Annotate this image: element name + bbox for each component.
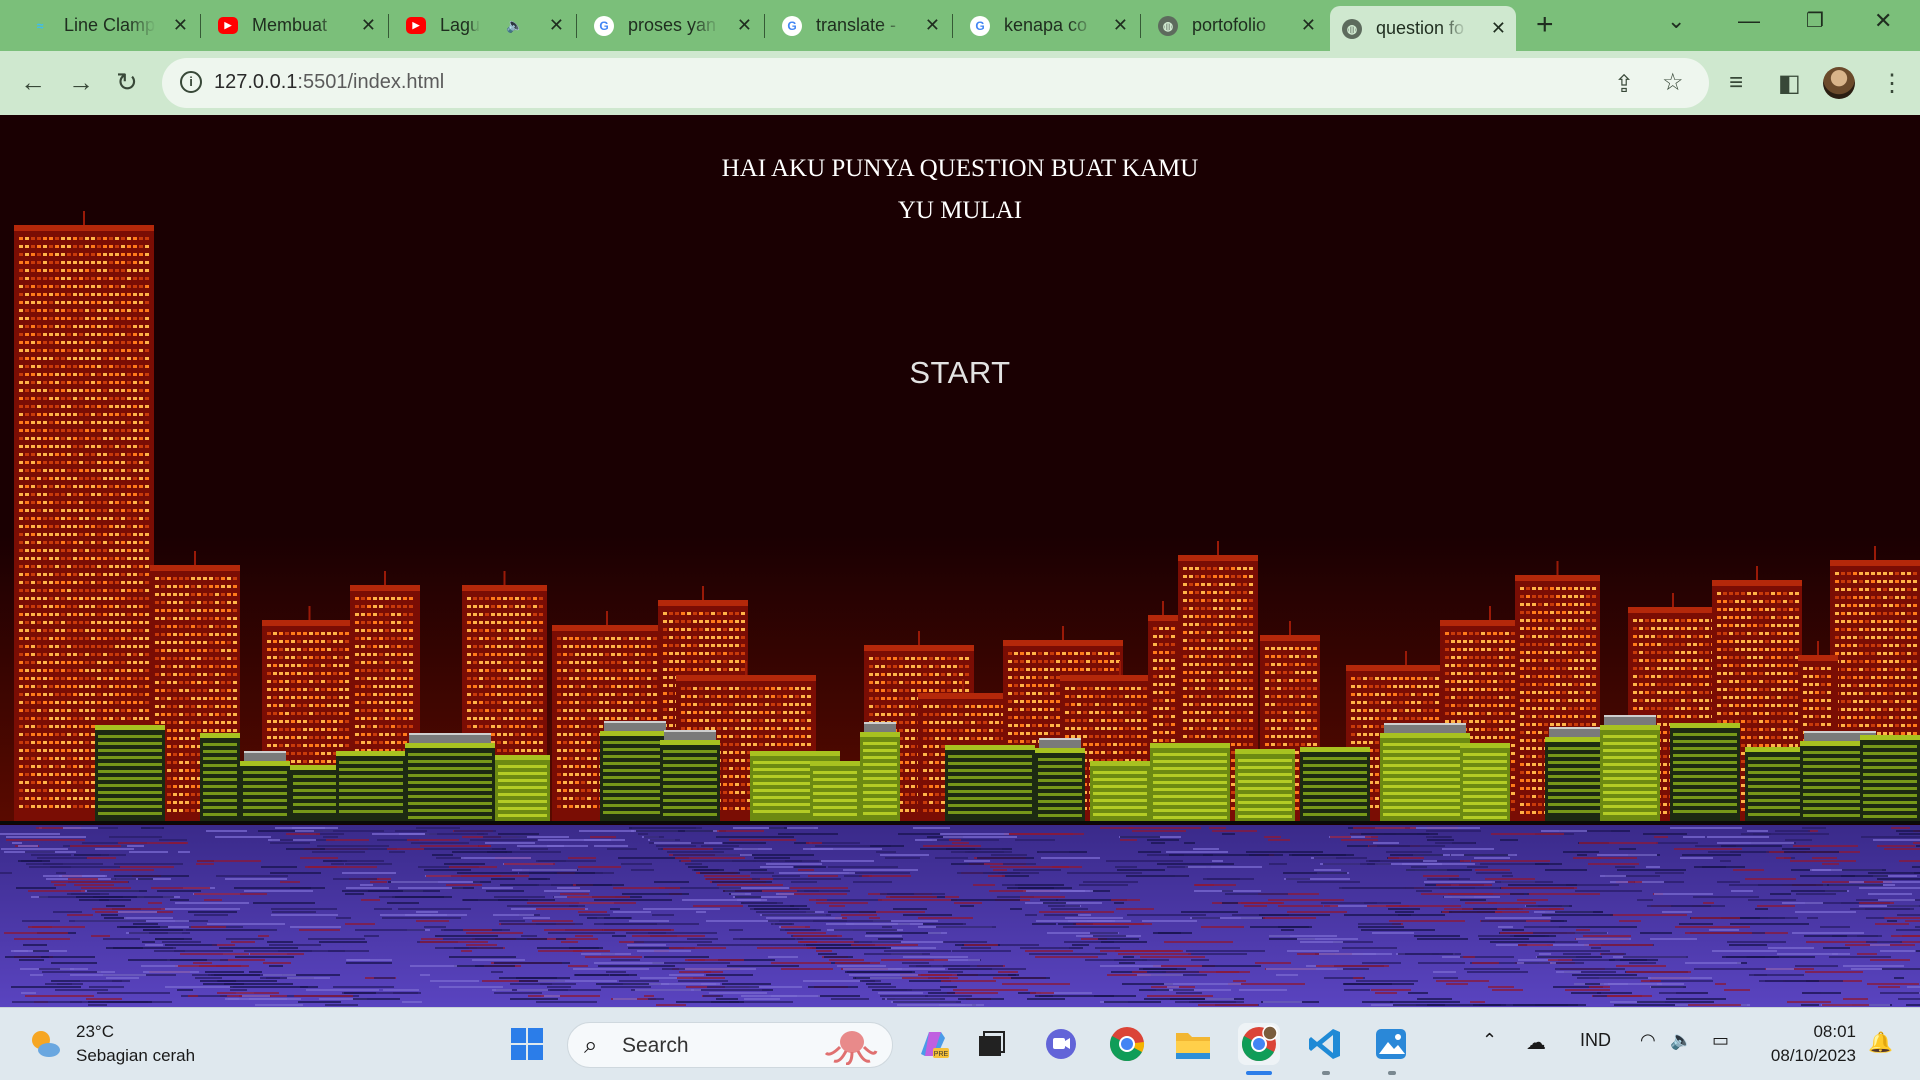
tab-question[interactable]: ◍ question fo ✕ [1330, 6, 1516, 51]
url-path: :5501/index.html [297, 71, 445, 93]
google-icon: G [970, 15, 990, 36]
close-icon[interactable]: ✕ [549, 15, 564, 36]
tab-separator [388, 14, 389, 38]
new-tab-button[interactable]: + [1536, 10, 1554, 40]
tab-title: proses yan [628, 15, 717, 35]
active-app-indicator [1246, 1071, 1272, 1075]
media-control-icon[interactable]: ≡ [1729, 69, 1743, 97]
show-hidden-icons-chevron-icon[interactable]: ⌃ [1482, 1030, 1497, 1051]
minimize-button[interactable]: — [1738, 8, 1760, 34]
wifi-icon[interactable]: ◠ [1640, 1030, 1656, 1051]
tab-membuat[interactable]: ▶ Membuat ✕ [206, 6, 386, 45]
search-icon: ⌕ [584, 1032, 598, 1059]
tab-title: kenapa co [1004, 15, 1088, 35]
running-app-indicator [1322, 1071, 1330, 1075]
photos-icon[interactable] [1370, 1023, 1412, 1065]
page-heading: HAI AKU PUNYA QUESTION BUAT KAMU [721, 155, 1199, 182]
vscode-icon[interactable] [1304, 1023, 1346, 1065]
windows-start-icon[interactable] [506, 1023, 548, 1065]
share-icon[interactable]: ⇪ [1614, 70, 1634, 99]
close-icon[interactable]: ✕ [737, 15, 752, 36]
close-icon[interactable]: ✕ [361, 15, 376, 36]
profile-avatar[interactable] [1823, 67, 1855, 99]
chrome-icon[interactable] [1106, 1023, 1148, 1065]
tab-proses[interactable]: G proses yan ✕ [582, 6, 762, 45]
chrome-profile-icon[interactable] [1238, 1023, 1280, 1065]
bookmark-star-icon[interactable]: ☆ [1662, 68, 1684, 97]
close-window-button[interactable]: ✕ [1874, 8, 1892, 34]
browser-tab-strip: ≈ Line Clamp ✕ ▶ Membuat ✕ ▶ Lagu l 🔈 ✕ … [0, 0, 1920, 51]
tab-search-icon[interactable]: ⌄ [1667, 8, 1685, 34]
weather-temperature[interactable]: 23°C [76, 1022, 114, 1042]
tab-title: Line Clamp [64, 15, 156, 35]
tab-separator [1140, 14, 1141, 38]
search-label: Search [622, 1034, 689, 1057]
restore-button[interactable]: ❐ [1806, 8, 1824, 33]
windows-taskbar: 23°C Sebagian cerah ⌕ Search PRE ⌃ ☁ IND… [0, 1007, 1920, 1080]
address-bar[interactable]: i 127.0.0.1:5501/index.html ⇪ ☆ [162, 58, 1709, 108]
page-subheading: YU MULAI [897, 197, 1023, 224]
google-icon: G [782, 15, 802, 36]
speaker-icon[interactable]: 🔈 [506, 17, 523, 34]
tailwind-icon: ≈ [36, 18, 44, 33]
running-app-indicator [1388, 1071, 1396, 1075]
input-language[interactable]: IND [1580, 1030, 1611, 1051]
weather-partly-cloudy-icon[interactable] [28, 1027, 62, 1061]
volume-icon[interactable]: 🔈 [1670, 1030, 1692, 1051]
city-skyline-background [0, 211, 1920, 1007]
tab-translate[interactable]: G translate - ✕ [770, 6, 950, 45]
globe-icon: ◍ [1342, 18, 1362, 39]
info-icon[interactable]: i [180, 71, 202, 93]
tab-title: question fo [1376, 18, 1465, 38]
url-host: 127.0.0.1 [214, 71, 298, 93]
tab-separator [200, 14, 201, 38]
tab-title: translate - [816, 15, 897, 35]
onedrive-cloud-icon[interactable]: ☁ [1526, 1030, 1546, 1055]
close-icon[interactable]: ✕ [1301, 15, 1316, 36]
globe-icon: ◍ [1158, 15, 1178, 36]
weather-description[interactable]: Sebagian cerah [76, 1046, 195, 1066]
url-text[interactable]: 127.0.0.1:5501/index.html [214, 71, 444, 94]
copilot-icon[interactable]: PRE [912, 1023, 954, 1065]
browser-toolbar: ← → ↻ i 127.0.0.1:5501/index.html ⇪ ☆ ≡ … [0, 51, 1920, 115]
notification-bell-icon[interactable]: 🔔 [1868, 1030, 1893, 1055]
tab-title: Lagu l [440, 15, 480, 35]
tab-separator [952, 14, 953, 38]
youtube-icon: ▶ [218, 17, 238, 34]
tab-separator [764, 14, 765, 38]
tab-lagu[interactable]: ▶ Lagu l 🔈 ✕ [394, 6, 574, 45]
forward-button[interactable]: → [68, 67, 94, 97]
tab-separator [576, 14, 577, 38]
close-icon[interactable]: ✕ [1113, 15, 1128, 36]
tab-portofolio[interactable]: ◍ portofolio ✕ [1146, 6, 1326, 45]
google-icon: G [594, 15, 614, 36]
tab-title: portofolio [1192, 15, 1267, 35]
octopus-search-highlight-icon [824, 1031, 878, 1065]
back-button[interactable]: ← [20, 67, 46, 97]
reload-button[interactable]: ↻ [116, 67, 138, 97]
teams-chat-icon[interactable] [1040, 1023, 1082, 1065]
tab-line-clamp[interactable]: ≈ Line Clamp ✕ [18, 6, 198, 45]
start-button[interactable]: START [0, 355, 1920, 391]
close-icon[interactable]: ✕ [173, 15, 188, 36]
youtube-icon: ▶ [406, 17, 426, 34]
file-explorer-icon[interactable] [1172, 1023, 1214, 1065]
page-viewport: HAI AKU PUNYA QUESTION BUAT KAMU YU MULA… [0, 115, 1920, 1007]
tab-title: Membuat [252, 15, 328, 35]
menu-kebab-icon[interactable]: ⋮ [1880, 69, 1904, 98]
clock-date: 08/10/2023 [1770, 1046, 1856, 1065]
clock-time: 08:01 [1813, 1022, 1856, 1041]
battery-icon[interactable]: ▭ [1712, 1030, 1729, 1051]
tab-kenapa[interactable]: G kenapa co ✕ [958, 6, 1138, 45]
close-icon[interactable]: ✕ [1491, 18, 1506, 39]
close-icon[interactable]: ✕ [925, 15, 940, 36]
taskbar-search-box[interactable]: ⌕ Search [567, 1022, 893, 1068]
system-clock[interactable]: 08:01 08/10/2023 [1771, 1020, 1856, 1068]
task-view-icon[interactable] [970, 1023, 1012, 1065]
side-panel-icon[interactable]: ◧ [1778, 69, 1801, 98]
